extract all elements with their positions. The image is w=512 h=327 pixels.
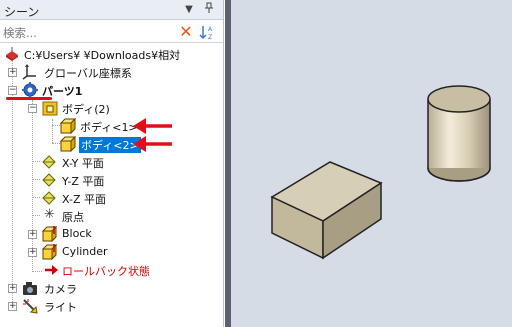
tree-item-cylinder[interactable]: + Cylinder: [0, 243, 223, 261]
tree-item-bodies[interactable]: − ボディ(2): [0, 99, 223, 117]
axes-icon: [22, 64, 36, 80]
tree-item-origin[interactable]: ✳ 原点: [0, 207, 223, 225]
plane-icon: [42, 191, 56, 205]
plane-icon: [42, 173, 56, 187]
svg-text:A: A: [208, 26, 213, 33]
part-icon: [22, 82, 38, 98]
tree-item-camera[interactable]: + カメラ: [0, 279, 223, 297]
collapse-icon[interactable]: −: [8, 86, 17, 95]
tree-item-label: ロールバック状態: [62, 265, 150, 278]
tree-item-root[interactable]: C:¥Users¥ ¥Downloads¥相対: [0, 45, 223, 63]
sort-icon[interactable]: A Z: [199, 23, 217, 41]
tree-item-label: グローバル座標系: [44, 67, 132, 80]
feature-icon: [42, 244, 58, 260]
box-solid[interactable]: [270, 161, 383, 260]
tree-item-label: カメラ: [44, 283, 77, 296]
annotation-arrow-icon: [133, 118, 172, 134]
tree-item-label: X-Y 平面: [62, 157, 104, 170]
tree-item-block[interactable]: + Block: [0, 225, 223, 243]
tree-item-label: Block: [62, 227, 92, 240]
tree-item-plane-xz[interactable]: X-Z 平面: [0, 189, 223, 207]
expand-icon[interactable]: +: [8, 284, 17, 293]
panel-title: シーン: [4, 5, 40, 19]
body-icon: [60, 118, 76, 134]
expand-icon[interactable]: +: [8, 302, 17, 311]
tree-item-global-coords[interactable]: + グローバル座標系: [0, 63, 223, 81]
pin-icon[interactable]: [202, 2, 216, 17]
annotation-underline: [6, 97, 52, 100]
tree-item-label: ボディ(2): [62, 103, 110, 116]
tree-item-body-1[interactable]: ボディ<1>: [0, 117, 223, 135]
annotation-arrow-icon: [133, 136, 172, 152]
3d-viewport[interactable]: [225, 0, 512, 327]
svg-text:Z: Z: [208, 34, 212, 41]
body-icon: [60, 136, 76, 152]
tree-item-rollback[interactable]: ロールバック状態: [0, 261, 223, 279]
tree-item-label: Cylinder: [62, 245, 108, 258]
plane-icon: [42, 155, 56, 169]
light-icon: [23, 299, 38, 314]
tree-item-label: Y-Z 平面: [62, 175, 105, 188]
tree-item-plane-yz[interactable]: Y-Z 平面: [0, 171, 223, 189]
body-folder-icon: [42, 101, 58, 116]
search-bar: 検索... ✕ A Z: [0, 21, 223, 43]
scene-root-icon: [6, 47, 18, 61]
panel-titlebar: シーン ▼: [0, 0, 223, 20]
tree-item-label: 原点: [62, 211, 84, 224]
expand-icon[interactable]: +: [8, 68, 17, 77]
search-input[interactable]: 検索...: [3, 25, 37, 41]
tree-item-body-2[interactable]: ボディ<2>: [0, 135, 223, 153]
collapse-icon[interactable]: −: [28, 104, 37, 113]
viewport-canvas: [270, 85, 491, 260]
tree-item-plane-xy[interactable]: X-Y 平面: [0, 153, 223, 171]
scene-tree: C:¥Users¥ ¥Downloads¥相対 + グローバル座標系 − パーツ…: [0, 44, 223, 327]
tree-item-label: ライト: [44, 301, 77, 314]
tree-item-light[interactable]: + ライト: [0, 297, 223, 315]
chevron-down-icon[interactable]: ▼: [182, 2, 196, 17]
tree-item-label: X-Z 平面: [62, 193, 106, 206]
origin-icon: ✳: [44, 207, 55, 222]
arrow-right-icon: [45, 265, 58, 275]
cylinder-solid[interactable]: [427, 85, 491, 182]
close-icon[interactable]: ✕: [178, 23, 194, 40]
expand-icon[interactable]: +: [28, 248, 37, 257]
tree-item-label: ボディ<1>: [80, 121, 138, 134]
tree-item-label: C:¥Users¥ ¥Downloads¥相対: [24, 49, 181, 62]
scene-panel: シーン ▼ 検索... ✕ A Z C:¥Users¥ ¥Downloads¥相…: [0, 0, 224, 327]
camera-icon: [23, 282, 37, 295]
feature-icon: [42, 226, 58, 242]
expand-icon[interactable]: +: [28, 230, 37, 239]
